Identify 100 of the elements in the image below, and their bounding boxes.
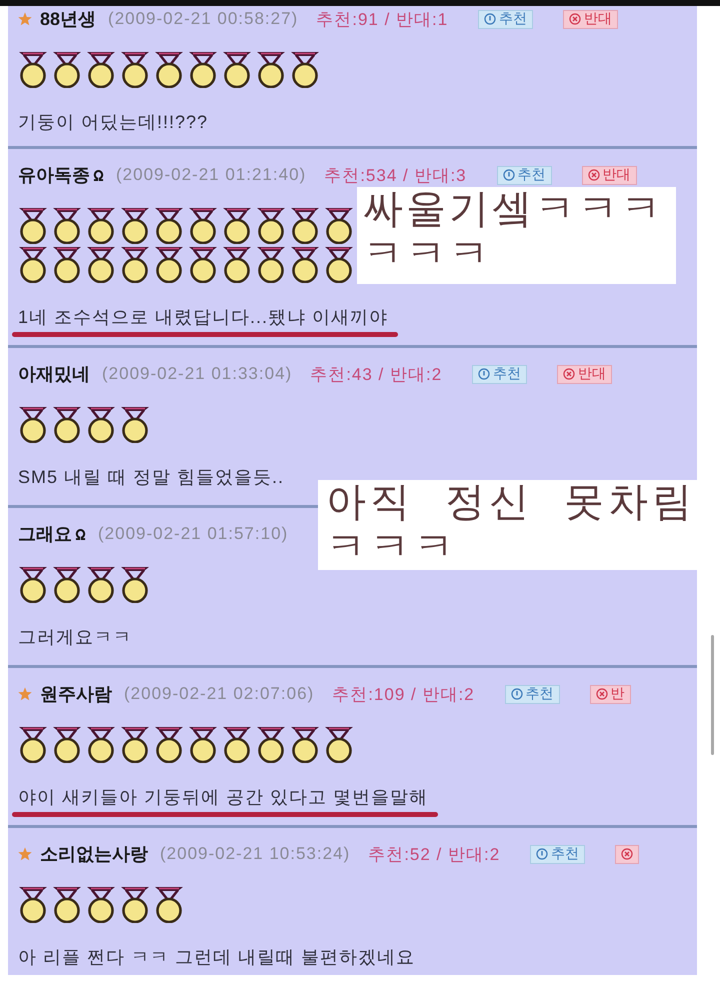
comment-text: 그러게요ㅋㅋ (18, 627, 132, 647)
circled-x-icon (569, 13, 582, 25)
commenter-name[interactable]: 원주사람 (40, 682, 112, 706)
caption-text: ㅋㅋㅋ (363, 232, 492, 277)
medal-icon (290, 246, 320, 283)
comment-date: (2009-02-21 01:57:10) (98, 524, 288, 544)
medal-icon (120, 207, 150, 244)
medal-icon (256, 726, 286, 763)
recommend-button[interactable]: 추천 (504, 684, 560, 704)
circled-x-icon (588, 169, 600, 181)
scrollbar-thumb[interactable] (711, 635, 714, 755)
commenter-name[interactable]: 그래요 (18, 522, 72, 546)
oppose-button[interactable] (615, 844, 640, 864)
oppose-button[interactable]: 반대 (557, 364, 612, 384)
medal-icon (290, 51, 320, 88)
medal-icon (154, 886, 184, 923)
vote-count: 추천:109 / 반대:2 (332, 684, 475, 706)
medal-icon (120, 406, 150, 443)
comment-date: (2009-02-21 01:21:40) (116, 165, 306, 185)
medal-icon (324, 207, 354, 244)
medal-icon (188, 246, 218, 283)
medal-icon (188, 207, 218, 244)
vote-count: 추천:52 / 반대:2 (368, 844, 500, 866)
oppose-button[interactable]: 반대 (582, 166, 637, 184)
medal-icon (52, 726, 82, 763)
medal-icon (18, 406, 48, 443)
medal-icon (52, 51, 82, 88)
medal-icon (86, 886, 116, 923)
medal-icon (290, 726, 320, 763)
circled-x-icon (563, 368, 576, 380)
medal-icon (222, 51, 252, 88)
medal-icon (86, 207, 116, 244)
circled-bar-icon (484, 13, 496, 25)
medal-icon (222, 246, 252, 283)
oppose-button[interactable]: 반 (590, 684, 631, 704)
medal-icon (222, 726, 252, 763)
medal-icon (154, 246, 184, 283)
recommend-button[interactable]: 추천 (530, 844, 586, 864)
medal-icon (18, 726, 48, 763)
medal-icon (120, 246, 150, 283)
medal-icon (86, 246, 116, 283)
medal-icon (324, 726, 354, 763)
vote-count: 추천:534 / 반대:3 (324, 164, 467, 186)
medal-icon (18, 886, 48, 923)
medal-icon (188, 726, 218, 763)
medal-icon (120, 566, 150, 603)
medal-icon (52, 246, 82, 283)
medal-icon (290, 207, 320, 244)
commenter-name[interactable]: 아재밌네 (18, 362, 90, 386)
medal-icon (154, 51, 184, 88)
comment-date: (2009-02-21 01:33:04) (102, 364, 292, 384)
comment-text: 야이 새키들아 기둥뒤에 공간 있다고 몇번을말해 (18, 787, 428, 807)
medal-icon (324, 246, 354, 283)
medal-icon (120, 726, 150, 763)
medal-icon (52, 207, 82, 244)
medal-icon (18, 207, 48, 244)
comment-date: (2009-02-21 02:07:06) (124, 684, 314, 704)
medal-icon (188, 51, 218, 88)
caption-text: ㅋㅋㅋ (326, 525, 458, 570)
oppose-button[interactable]: 반대 (563, 10, 618, 28)
vote-count: 추천:91 / 반대:1 (316, 8, 448, 30)
comment-date: (2009-02-21 00:58:27) (108, 9, 298, 29)
caption-text: 싸울기셐ㅋㅋㅋ (363, 187, 664, 232)
circled-bar-icon (478, 368, 490, 380)
medal-icon (86, 51, 116, 88)
medal-icon (256, 246, 286, 283)
medal-icon (18, 566, 48, 603)
vote-count: 추천:43 / 반대:2 (310, 364, 442, 386)
medal-icon (52, 406, 82, 443)
comment-date: (2009-02-21 10:53:24) (160, 844, 350, 864)
medal-icon (256, 51, 286, 88)
medal-icon (154, 726, 184, 763)
medal-icon (52, 566, 82, 603)
caption-text: 아직 정신 못차림 (326, 480, 696, 525)
medal-icon (120, 51, 150, 88)
commenter-name[interactable]: 소리없는사랑 (40, 842, 148, 866)
circled-x-icon (621, 848, 634, 860)
commenter-name[interactable]: 88년생 (40, 7, 96, 31)
commenter-name[interactable]: 유아독종 (18, 163, 90, 187)
medal-icon (86, 406, 116, 443)
recommend-button[interactable]: 추천 (496, 166, 552, 184)
medal-icon (222, 207, 252, 244)
comment-text: 1네 조수석으로 내렸답니다...됐냐 이새끼야 (18, 307, 388, 327)
medal-icon (256, 207, 286, 244)
medal-icon (52, 886, 82, 923)
circled-bar-icon (502, 169, 515, 181)
medal-icon (86, 726, 116, 763)
medal-icon (18, 51, 48, 88)
circled-bar-icon (510, 688, 523, 700)
recommend-button[interactable]: 추천 (472, 364, 528, 384)
comment-text: 아 리플 쩐다 ㅋㅋ 그런데 내릴때 불편하겠네요 (18, 947, 416, 967)
medal-icon (154, 207, 184, 244)
medal-icon (120, 886, 150, 923)
comment-text: 기둥이 어딨는데!!!??? (18, 112, 208, 132)
comment-text: SM5 내릴 때 정말 힘들었을듯.. (18, 467, 284, 487)
circled-x-icon (596, 688, 608, 700)
medal-icon (86, 566, 116, 603)
recommend-button[interactable]: 추천 (478, 10, 534, 28)
circled-bar-icon (536, 848, 548, 860)
medal-icon (18, 246, 48, 283)
